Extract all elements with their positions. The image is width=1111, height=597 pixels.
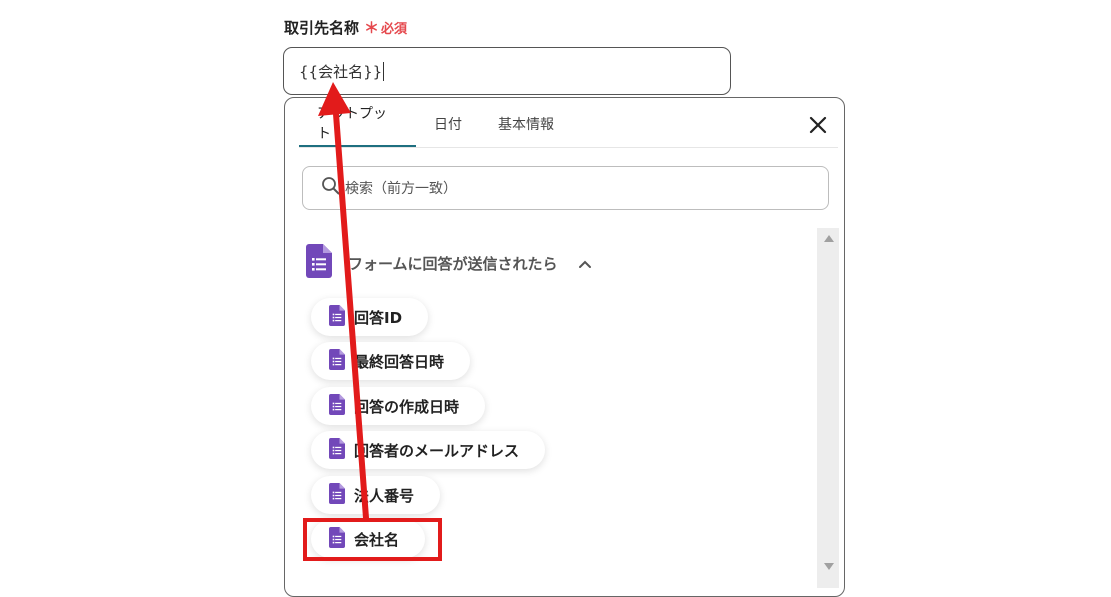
google-forms-icon (329, 348, 345, 374)
list-item-response-id[interactable]: 回答ID (311, 298, 429, 336)
list-item-response-created-time[interactable]: 回答の作成日時 (311, 387, 486, 425)
list-item-label: 法人番号 (354, 486, 415, 505)
scroll-down-icon[interactable] (824, 563, 834, 570)
close-icon[interactable] (808, 115, 828, 135)
list-item-label: 回答ID (354, 308, 403, 327)
company-name-input[interactable]: {{会社名}} (283, 47, 731, 95)
list-item-label: 最終回答日時 (354, 352, 445, 371)
list-item-respondent-email[interactable]: 回答者のメールアドレス (311, 431, 546, 469)
section-title: フォームに回答が送信されたら (348, 254, 558, 273)
google-forms-icon (329, 437, 345, 463)
search-icon (321, 176, 341, 200)
list-item-label: 回答者のメールアドレス (354, 441, 520, 460)
input-value: {{会社名}} (299, 62, 383, 81)
google-forms-icon (329, 482, 345, 508)
google-forms-icon (329, 304, 345, 330)
field-label: 取引先名称 ＊必須 (284, 17, 407, 38)
field-label-text: 取引先名称 (284, 19, 360, 37)
list-item-last-response-time[interactable]: 最終回答日時 (311, 342, 471, 380)
scroll-up-icon[interactable] (824, 235, 834, 242)
popup-tabs: アウトプット 日付 基本情報 (299, 98, 844, 148)
section-header-form-submitted[interactable]: フォームに回答が送信されたら (306, 244, 592, 282)
chevron-up-icon[interactable] (578, 254, 592, 273)
search-placeholder: 検索（前方一致） (345, 181, 457, 197)
highlight-box (303, 518, 442, 561)
list-item-label: 回答の作成日時 (354, 397, 460, 416)
google-forms-icon (329, 393, 345, 419)
required-badge: ＊必須 (364, 19, 408, 37)
tab-divider (299, 147, 838, 148)
tab-date[interactable]: 日付 (416, 100, 480, 148)
google-forms-icon (306, 244, 332, 282)
tab-output[interactable]: アウトプット (299, 100, 416, 148)
list-item-corporate-number[interactable]: 法人番号 (311, 476, 441, 514)
tab-basic-info[interactable]: 基本情報 (480, 100, 572, 148)
scrollbar[interactable] (817, 228, 839, 588)
search-input[interactable]: 検索（前方一致） (302, 166, 829, 210)
text-caret (383, 61, 385, 81)
